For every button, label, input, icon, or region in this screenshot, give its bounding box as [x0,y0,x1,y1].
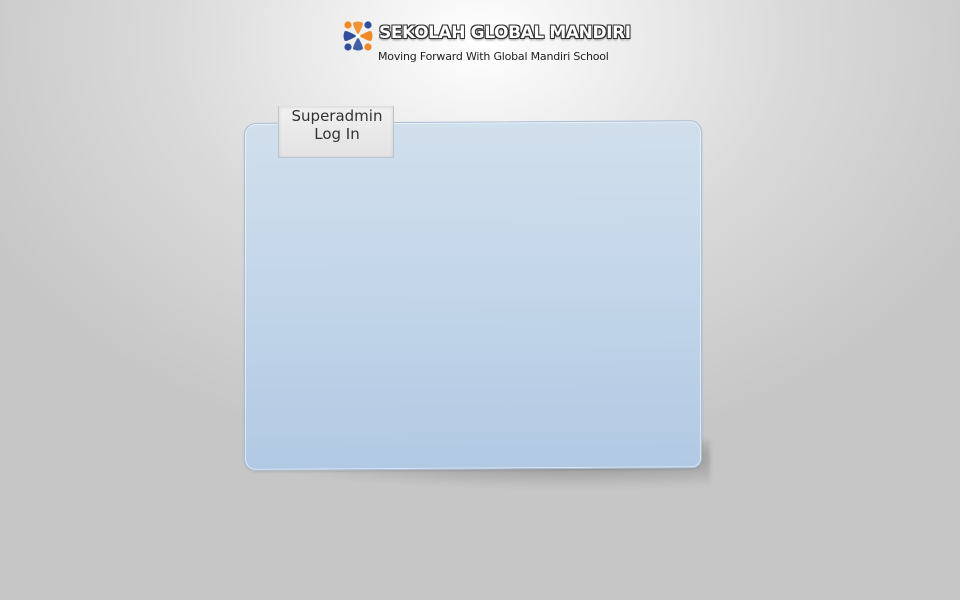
site-header: SEKOLAH GLOBAL MANDIRI Moving Forward Wi… [340,18,640,68]
school-logo-icon [340,18,376,54]
login-panel [244,120,702,471]
tab-label-line1: Superadmin [291,107,383,125]
superadmin-login-tab[interactable]: Superadmin Log In [278,106,394,158]
tab-label-line2: Log In [314,125,360,143]
brand-title: SEKOLAH GLOBAL MANDIRI [379,23,631,43]
brand-tagline: Moving Forward With Global Mandiri Schoo… [378,50,609,63]
tab-label: Superadmin Log In [279,107,395,143]
